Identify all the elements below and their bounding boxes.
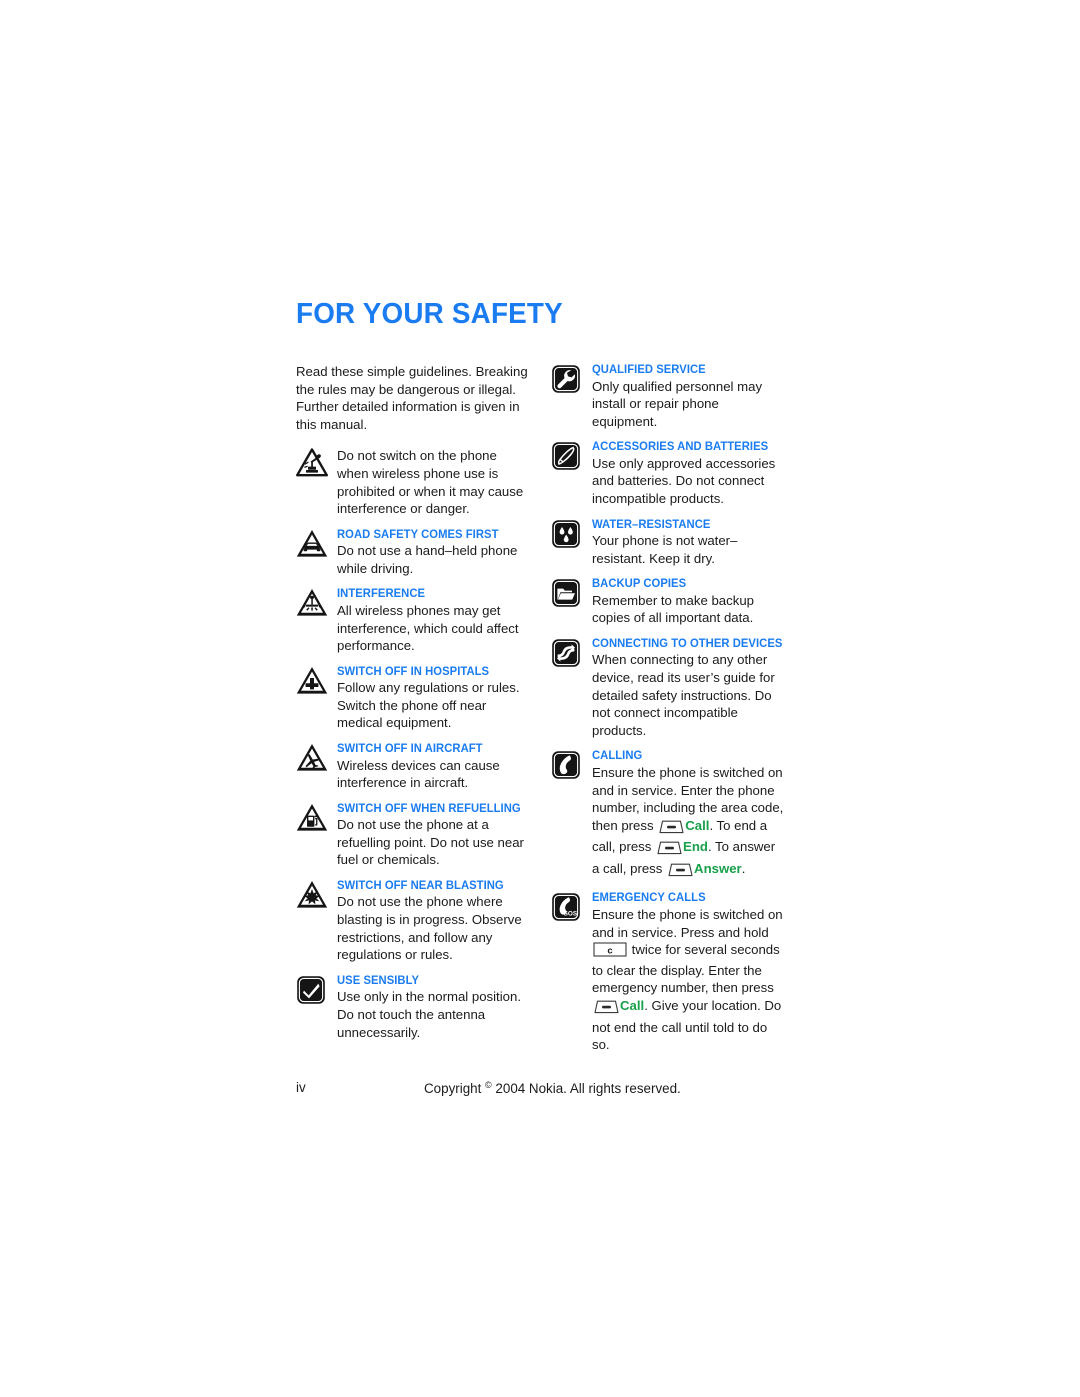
safety-entry-backup-copies: BACKUP COPIES Remember to make backup co… [551, 577, 784, 627]
warning-triangle-no-phone-icon [296, 447, 328, 477]
safety-entry-heading: ACCESSORIES AND BATTERIES [592, 440, 769, 454]
safety-entry-switch-off-aircraft: SWITCH OFF IN AIRCRAFT Wireless devices … [296, 742, 528, 792]
two-column-body: Read these simple guidelines. Breaking t… [296, 363, 784, 1064]
footer-copyright: Copyright © 2004 Nokia. All rights reser… [424, 1080, 681, 1096]
end-key-glyph [656, 841, 682, 860]
copyright-prefix: Copyright [424, 1081, 482, 1096]
safety-entry-accessories-batteries: ACCESSORIES AND BATTERIES Use only appro… [551, 440, 784, 507]
safety-entry-text: Wireless devices can cause interference … [337, 757, 500, 791]
safety-entry-calling: CALLING Ensure the phone is switched on … [551, 749, 784, 881]
safety-entry-text: Follow any regulations or rules. Switch … [337, 680, 520, 731]
safety-entry-heading: SWITCH OFF NEAR BLASTING [337, 878, 504, 892]
safety-entry-interference: INTERFERENCE All wireless phones may get… [296, 587, 528, 654]
emergency-sos-phone-square-icon: SOS [551, 891, 583, 922]
warning-triangle-aircraft-icon [296, 742, 328, 772]
safety-entry-connecting-devices: CONNECTING TO OTHER DEVICES When connect… [551, 637, 784, 739]
safety-entry-heading: SWITCH OFF WHEN REFUELLING [337, 801, 521, 815]
call-key-label-1: Call [685, 817, 710, 833]
folder-square-icon [551, 577, 583, 608]
end-key-label: End [683, 839, 708, 855]
accessories-pen-square-icon [551, 440, 583, 471]
right-column: QUALIFIED SERVICE Only qualified personn… [551, 363, 784, 1064]
safety-entry-road-safety: ROAD SAFETY COMES FIRST Do not use a han… [296, 528, 528, 578]
call-key-label-2: Call [620, 997, 645, 1013]
safety-entry-heading: SWITCH OFF IN HOSPITALS [337, 664, 490, 678]
safety-entry-switch-off-refuelling: SWITCH OFF WHEN REFUELLING Do not use th… [296, 802, 528, 869]
safety-entry-text: Do not use the phone where blasting is i… [337, 894, 522, 963]
phone-handset-square-icon [551, 749, 583, 780]
left-column: Read these simple guidelines. Breaking t… [296, 363, 528, 1051]
safety-entry-text: Remember to make backup copies of all im… [592, 592, 754, 626]
safety-entry-qualified-service: QUALIFIED SERVICE Only qualified personn… [551, 363, 784, 430]
calling-text-part4: . [741, 860, 746, 876]
warning-triangle-interference-icon [296, 587, 328, 617]
safety-entry-text: Only qualified personnel may install or … [592, 378, 763, 429]
safety-entry-heading: CONNECTING TO OTHER DEVICES [592, 636, 783, 650]
safety-entry-text: Do not use the phone at a refuelling poi… [337, 817, 524, 868]
safety-entry-text: Your phone is not water–resistant. Keep … [592, 533, 738, 566]
warning-triangle-car-icon [296, 528, 328, 558]
intro-paragraph: Read these simple guidelines. Breaking t… [296, 364, 528, 432]
safety-entry-heading: QUALIFIED SERVICE [592, 363, 706, 376]
safety-entry-text: Use only in the normal position. Do not … [337, 989, 521, 1040]
safety-entry-text: All wireless phones may get interference… [337, 602, 519, 654]
copyright-rest: 2004 Nokia. All rights reserved. [495, 1081, 681, 1096]
call-key-glyph-1 [658, 820, 684, 839]
answer-key-glyph [667, 863, 693, 882]
answer-key-label: Answer [694, 860, 742, 876]
connect-devices-square-icon [551, 637, 583, 668]
clear-key-glyph: c [593, 942, 627, 962]
emergency-text-part1: Ensure the phone is switched on and in s… [592, 906, 783, 940]
svg-text:SOS: SOS [564, 911, 578, 918]
warning-triangle-hospital-cross-icon [296, 665, 328, 695]
emergency-instructions: Ensure the phone is switched on and in s… [592, 906, 784, 1054]
safety-entry-no-switch-on: Do not switch on the phone when wireless… [296, 447, 528, 517]
safety-entry-heading: USE SENSIBLY [337, 973, 420, 987]
footer-page-number: iv [296, 1080, 306, 1095]
safety-entry-switch-off-blasting: SWITCH OFF NEAR BLASTING Do not use the … [296, 879, 528, 964]
safety-entry-heading: INTERFERENCE [337, 587, 426, 601]
checkmark-square-icon [296, 974, 328, 1005]
document-page: FOR YOUR SAFETY Read these simple guidel… [296, 300, 784, 1130]
water-droplets-square-icon [551, 518, 583, 549]
warning-triangle-blasting-icon [296, 879, 328, 909]
calling-instructions: Ensure the phone is switched on and in s… [592, 764, 784, 882]
safety-entry-heading: CALLING [592, 749, 643, 763]
copyright-symbol: © [485, 1080, 492, 1090]
clear-key-letter: c [607, 946, 613, 957]
safety-entry-heading: EMERGENCY CALLS [592, 891, 706, 905]
safety-entry-text: Do not use a hand–held phone while drivi… [337, 543, 518, 576]
safety-entry-heading: BACKUP COPIES [592, 577, 687, 591]
page-title: FOR YOUR SAFETY [296, 298, 563, 330]
warning-triangle-fuel-pump-icon [296, 802, 328, 832]
safety-entry-text: Use only approved accessories and batter… [592, 455, 776, 506]
safety-entry-text: When connecting to any other device, rea… [592, 652, 775, 738]
safety-entry-use-sensibly: USE SENSIBLY Use only in the normal posi… [296, 974, 528, 1041]
safety-entry-heading: ROAD SAFETY COMES FIRST [337, 527, 499, 541]
call-key-glyph-2 [593, 1000, 619, 1019]
safety-entry-emergency-calls: SOS EMERGENCY CALLS Ensure the phone is … [551, 891, 784, 1053]
safety-entry-text: Do not switch on the phone when wireless… [337, 448, 524, 517]
safety-entry-heading: WATER–RESISTANCE [592, 517, 711, 531]
safety-entry-switch-off-hospitals: SWITCH OFF IN HOSPITALS Follow any regul… [296, 665, 528, 732]
safety-entry-heading: SWITCH OFF IN AIRCRAFT [337, 742, 483, 755]
wrench-square-icon [551, 363, 583, 394]
safety-entry-water-resistance: WATER–RESISTANCE Your phone is not water… [551, 518, 784, 568]
